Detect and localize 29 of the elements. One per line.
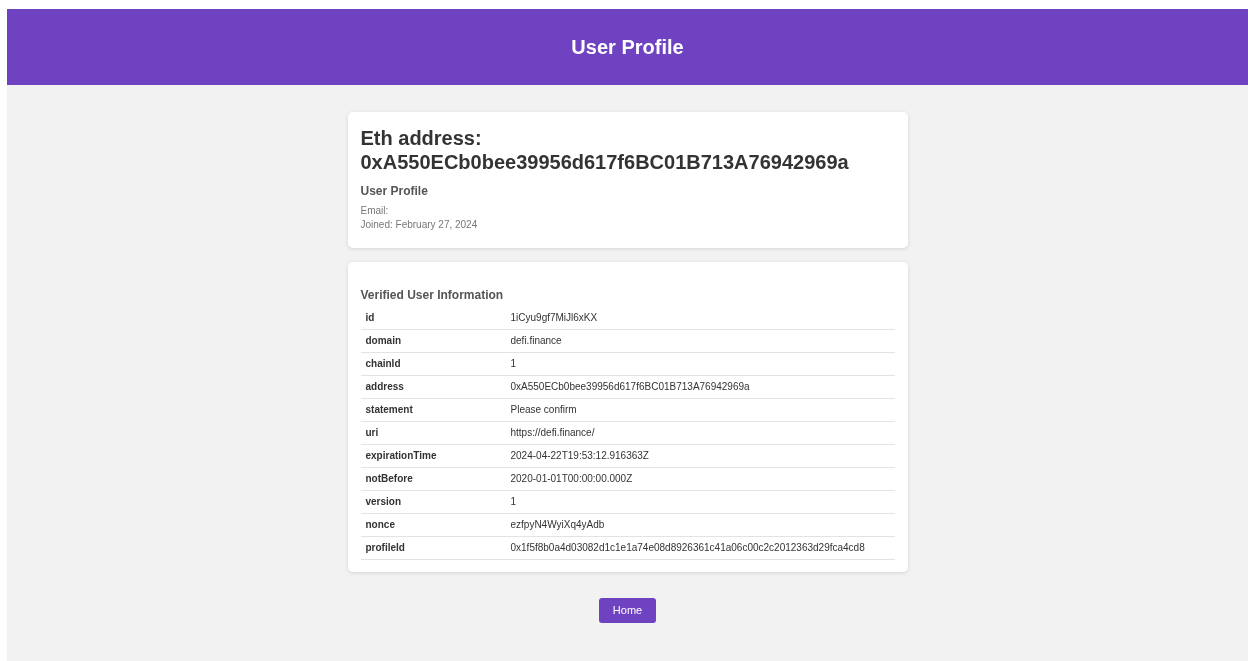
- field-value-cell: 1: [505, 490, 895, 513]
- field-value-cell: 1iCyu9gf7MiJl6xKX: [505, 306, 895, 329]
- field-value-cell: defi.finance: [505, 329, 895, 352]
- field-value-cell: Please confirm: [505, 398, 895, 421]
- card-subtitle: User Profile: [360, 184, 429, 198]
- field-value-cell: https://defi.finance/: [505, 421, 895, 444]
- field-value-cell: 1: [505, 352, 895, 375]
- field-name-cell: uri: [360, 421, 506, 444]
- card-title: Verified User Information: [360, 288, 505, 302]
- field-name-cell: expirationTime: [360, 444, 506, 467]
- field-name-cell: address: [360, 375, 506, 398]
- joined-date: Joined: February 27, 2024: [360, 218, 479, 232]
- field-value-cell: 2020-01-01T00:00:00.000Z: [505, 467, 895, 490]
- field-value-cell: ezfpyN4WyiXq4yAdb: [505, 513, 895, 536]
- field-name-cell: chainId: [360, 352, 506, 375]
- field-name-cell: nonce: [360, 513, 506, 536]
- eth-address-heading: Eth address: 0xA550ECb0bee39956d617f6BC01B713A76942969a: [360, 126, 850, 174]
- home-button[interactable]: Home: [598, 597, 657, 623]
- field-name-cell: version: [360, 490, 506, 513]
- field-value-cell: 0xA550ECb0bee39956d617f6BC01B713A76942969a: [505, 375, 895, 398]
- field-name-cell: domain: [360, 329, 506, 352]
- field-name-cell: notBefore: [360, 467, 506, 490]
- page-title: User Profile: [571, 35, 684, 59]
- email-label: Email:: [360, 204, 390, 218]
- field-value-cell: 2024-04-22T19:53:12.916363Z: [505, 444, 895, 467]
- field-name-cell: id: [360, 306, 506, 329]
- field-name-cell: statement: [360, 398, 506, 421]
- field-value-cell: 0x1f5f8b0a4d03082d1c1e1a74e08d8926361c41a06c00c2c2012363d29fca4cd8: [505, 536, 895, 559]
- field-name-cell: profileId: [360, 536, 506, 559]
